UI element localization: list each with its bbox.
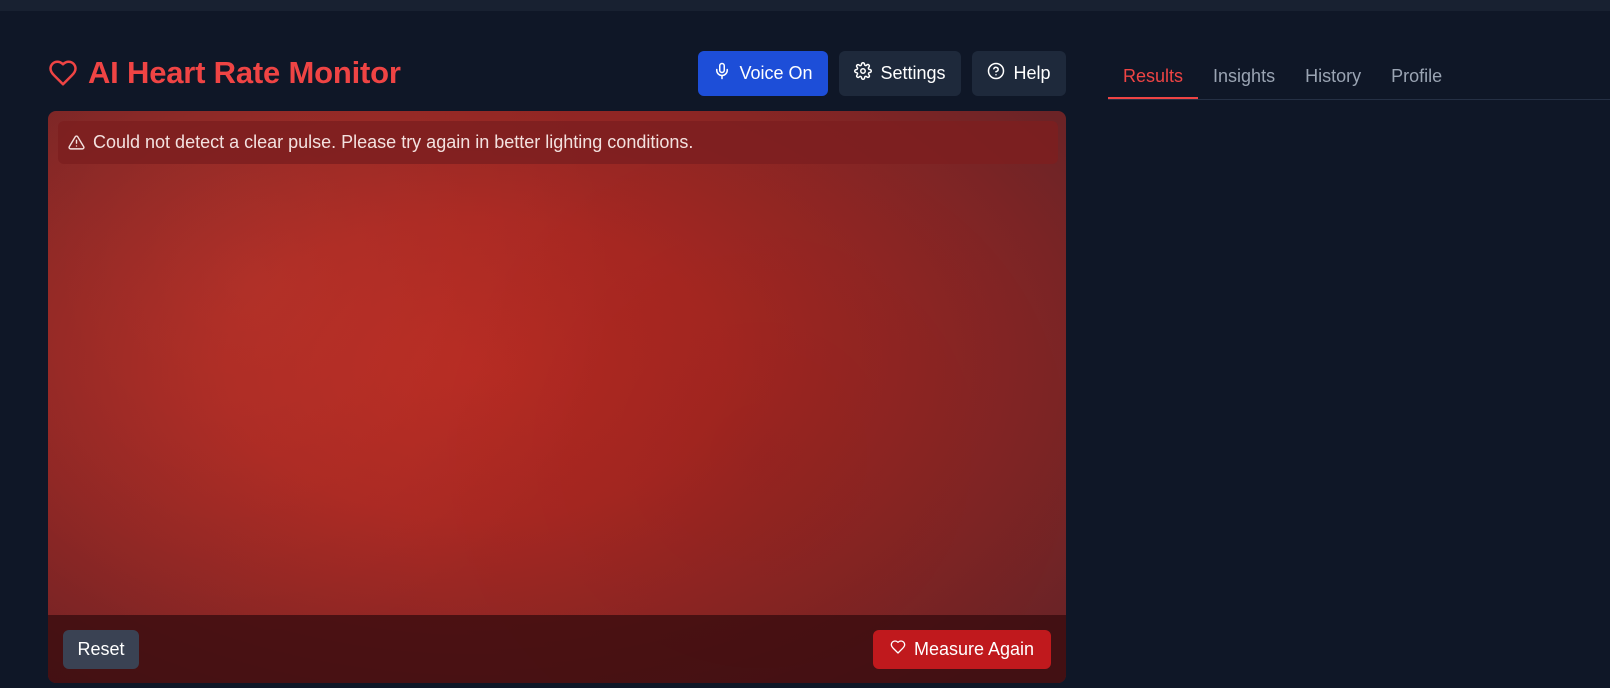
tab-bar: Results Insights History Profile xyxy=(1108,50,1610,100)
reset-button[interactable]: Reset xyxy=(63,629,139,669)
error-alert: Could not detect a clear pulse. Please t… xyxy=(58,121,1058,164)
help-label: Help xyxy=(1013,62,1051,83)
page-title: AI Heart Rate Monitor xyxy=(88,55,401,90)
monitor-panel: AI Heart Rate Monitor Voice On Settings … xyxy=(48,50,1066,683)
measure-again-label: Measure Again xyxy=(913,638,1035,659)
camera-feed xyxy=(48,111,1066,683)
top-strip xyxy=(0,0,1610,11)
brand: AI Heart Rate Monitor xyxy=(48,55,401,91)
voice-label: Voice On xyxy=(739,62,813,83)
microphone-icon xyxy=(713,62,731,85)
results-panel: Results Insights History Profile xyxy=(1108,50,1610,100)
tab-profile[interactable]: Profile xyxy=(1376,66,1457,99)
help-button[interactable]: Help xyxy=(972,50,1066,96)
measure-again-button[interactable]: Measure Again xyxy=(873,629,1051,669)
camera-view: Could not detect a clear pulse. Please t… xyxy=(48,111,1066,683)
tab-history[interactable]: History xyxy=(1290,66,1376,99)
voice-toggle-button[interactable]: Voice On xyxy=(698,50,828,96)
heart-icon xyxy=(48,58,78,88)
tab-insights[interactable]: Insights xyxy=(1198,66,1290,99)
header: AI Heart Rate Monitor Voice On Settings … xyxy=(48,50,1066,96)
camera-controls: Reset Measure Again xyxy=(48,615,1066,683)
tab-results[interactable]: Results xyxy=(1108,66,1199,99)
settings-label: Settings xyxy=(880,62,946,83)
settings-button[interactable]: Settings xyxy=(839,50,961,96)
help-circle-icon xyxy=(987,62,1005,85)
warning-icon xyxy=(68,134,85,151)
gear-icon xyxy=(854,61,873,85)
alert-message: Could not detect a clear pulse. Please t… xyxy=(93,132,694,152)
heart-icon xyxy=(890,639,906,660)
header-actions: Voice On Settings Help xyxy=(698,50,1066,96)
